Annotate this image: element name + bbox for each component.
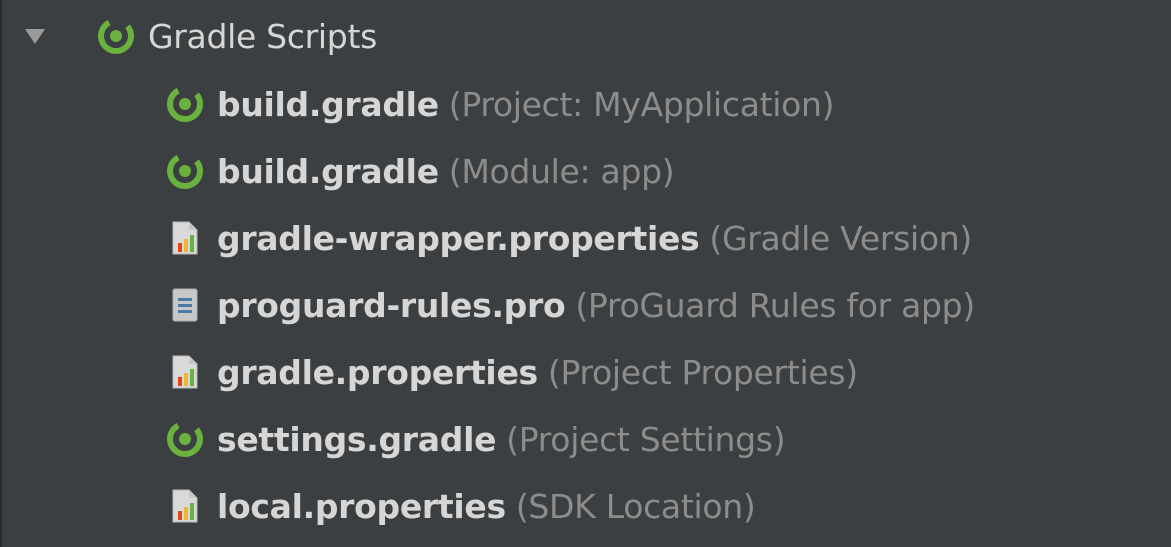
file-name: local.properties (217, 486, 506, 526)
file-description: (Project Settings) (506, 419, 786, 459)
file-name: settings.gradle (217, 419, 497, 459)
file-description: (Module: app) (448, 151, 675, 191)
file-name: build.gradle (217, 84, 439, 124)
file-description: (Gradle Version) (709, 218, 972, 258)
text-file-icon (162, 283, 207, 328)
properties-file-icon (162, 484, 207, 529)
gradle-icon (93, 14, 138, 59)
project-tree-panel: Gradle Scripts build.gradle (Project: My… (0, 0, 1171, 547)
file-name: build.gradle (217, 151, 439, 191)
file-name: proguard-rules.pro (217, 285, 566, 325)
tree-item-proguard-rules[interactable]: proguard-rules.pro (ProGuard Rules for a… (162, 280, 975, 330)
gradle-icon (162, 149, 207, 194)
tree-item-build-gradle-module[interactable]: build.gradle (Module: app) (162, 146, 675, 196)
file-name: gradle.properties (217, 352, 538, 392)
gradle-icon (162, 82, 207, 127)
file-name: gradle-wrapper.properties (217, 218, 700, 258)
expand-collapse-arrow-icon[interactable] (20, 21, 50, 51)
tree-item-build-gradle-project[interactable]: build.gradle (Project: MyApplication) (162, 79, 835, 129)
tree-item-local-properties[interactable]: local.properties (SDK Location) (162, 481, 756, 531)
gradle-icon (162, 417, 207, 462)
gradle-scripts-node[interactable]: Gradle Scripts (20, 11, 377, 61)
tree-item-settings-gradle[interactable]: settings.gradle (Project Settings) (162, 414, 786, 464)
tree-item-gradle-properties[interactable]: gradle.properties (Project Properties) (162, 347, 858, 397)
properties-file-icon (162, 216, 207, 261)
file-description: (ProGuard Rules for app) (575, 285, 975, 325)
gradle-scripts-label: Gradle Scripts (148, 16, 377, 56)
properties-file-icon (162, 350, 207, 395)
file-description: (SDK Location) (515, 486, 756, 526)
tree-item-gradle-wrapper-properties[interactable]: gradle-wrapper.properties (Gradle Versio… (162, 213, 972, 263)
file-description: (Project: MyApplication) (448, 84, 835, 124)
file-description: (Project Properties) (547, 352, 858, 392)
